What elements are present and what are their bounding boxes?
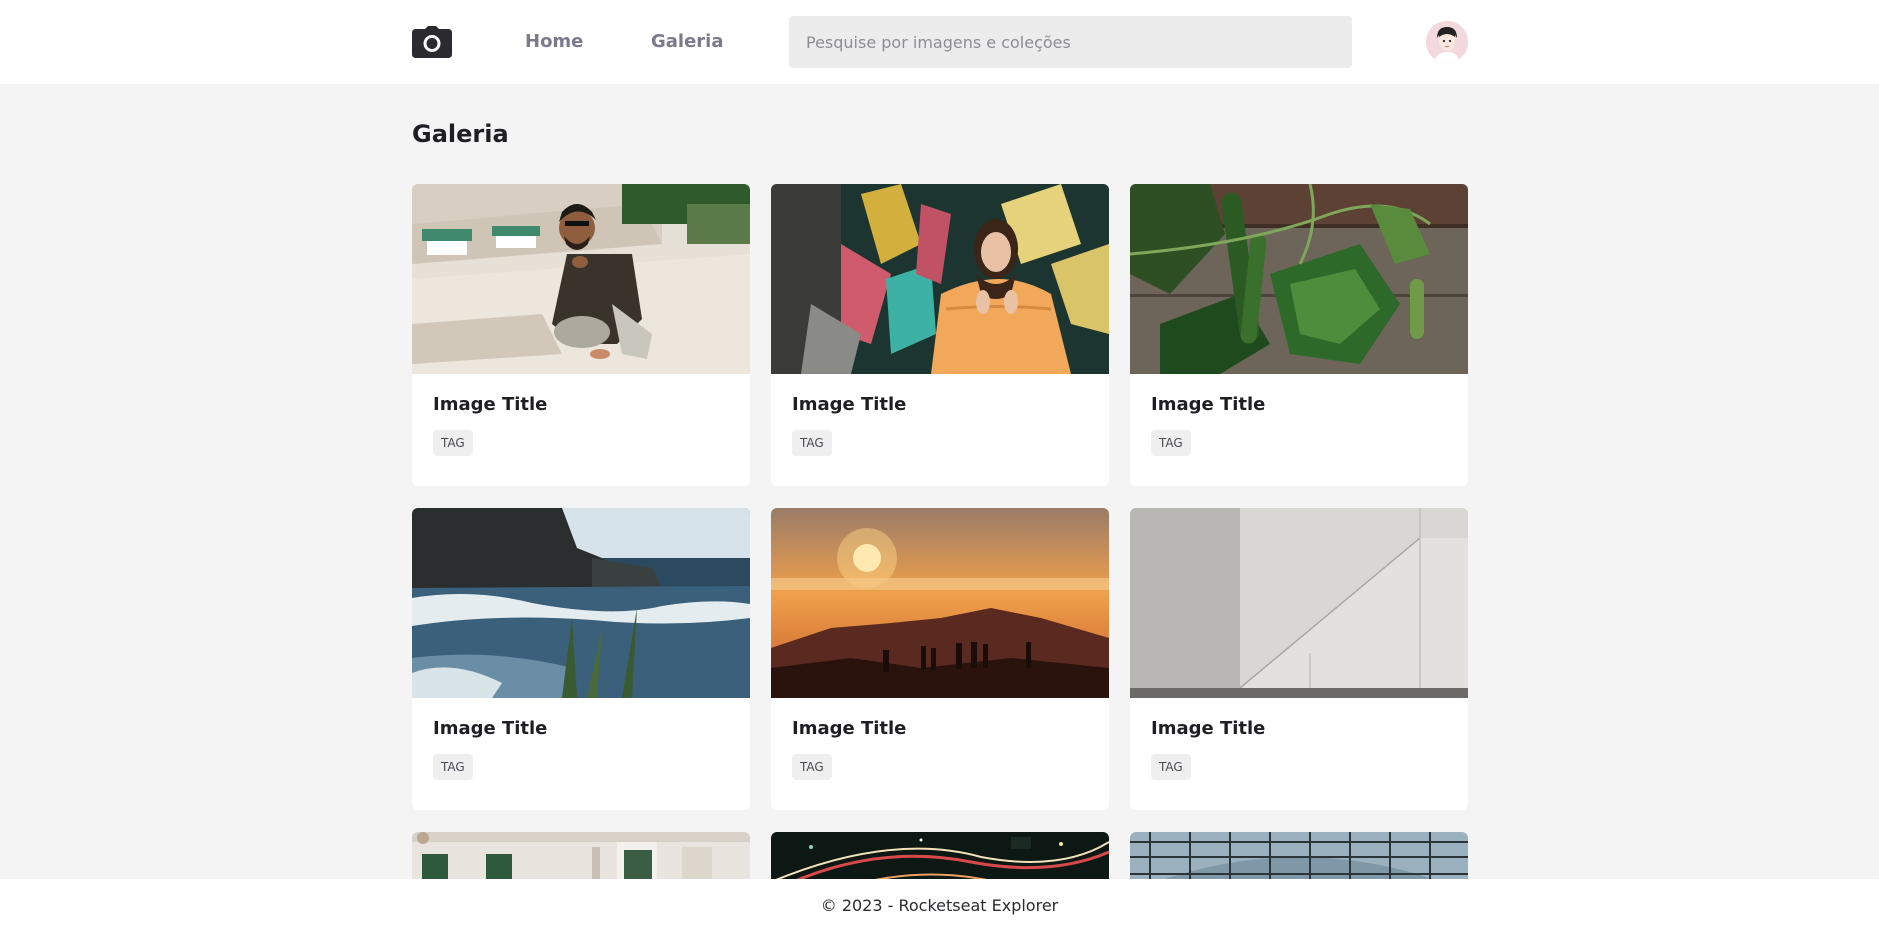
card-tag[interactable]: TAG bbox=[433, 430, 473, 456]
card-title: Image Title bbox=[1151, 718, 1266, 739]
footer-text: © 2023 - Rocketseat Explorer bbox=[820, 895, 1059, 915]
card-tag[interactable]: TAG bbox=[1151, 754, 1191, 780]
camera-icon[interactable] bbox=[412, 26, 452, 58]
page-title: Galeria bbox=[412, 120, 509, 148]
card-title: Image Title bbox=[433, 394, 548, 415]
gallery-card[interactable]: Image Title TAG bbox=[771, 508, 1109, 810]
card-image bbox=[1130, 508, 1468, 698]
card-title: Image Title bbox=[792, 394, 907, 415]
gallery-grid: Image Title TAG Image Title TAG Image Ti… bbox=[412, 184, 1468, 892]
top-header: Home Galeria bbox=[0, 0, 1879, 84]
nav-home-link[interactable]: Home bbox=[525, 30, 583, 54]
card-image bbox=[771, 508, 1109, 698]
card-title: Image Title bbox=[792, 718, 907, 739]
card-image bbox=[412, 184, 750, 374]
user-avatar[interactable] bbox=[1426, 21, 1468, 63]
card-tag[interactable]: TAG bbox=[433, 754, 473, 780]
search-input[interactable] bbox=[806, 32, 1352, 52]
page-footer: © 2023 - Rocketseat Explorer bbox=[0, 879, 1879, 931]
gallery-card[interactable]: Image Title TAG bbox=[412, 508, 750, 810]
gallery-card[interactable]: Image Title TAG bbox=[1130, 508, 1468, 810]
card-tag[interactable]: TAG bbox=[1151, 430, 1191, 456]
gallery-card[interactable]: Image Title TAG bbox=[771, 184, 1109, 486]
card-tag[interactable]: TAG bbox=[792, 430, 832, 456]
card-title: Image Title bbox=[1151, 394, 1266, 415]
nav-galeria-link[interactable]: Galeria bbox=[651, 30, 724, 54]
card-image bbox=[1130, 184, 1468, 374]
gallery-card[interactable]: Image Title TAG bbox=[1130, 184, 1468, 486]
card-image bbox=[412, 508, 750, 698]
avatar-face-icon bbox=[1426, 21, 1468, 63]
card-image bbox=[771, 184, 1109, 374]
gallery-card[interactable]: Image Title TAG bbox=[412, 184, 750, 486]
card-tag[interactable]: TAG bbox=[792, 754, 832, 780]
search-bar[interactable] bbox=[789, 16, 1352, 68]
card-title: Image Title bbox=[433, 718, 548, 739]
